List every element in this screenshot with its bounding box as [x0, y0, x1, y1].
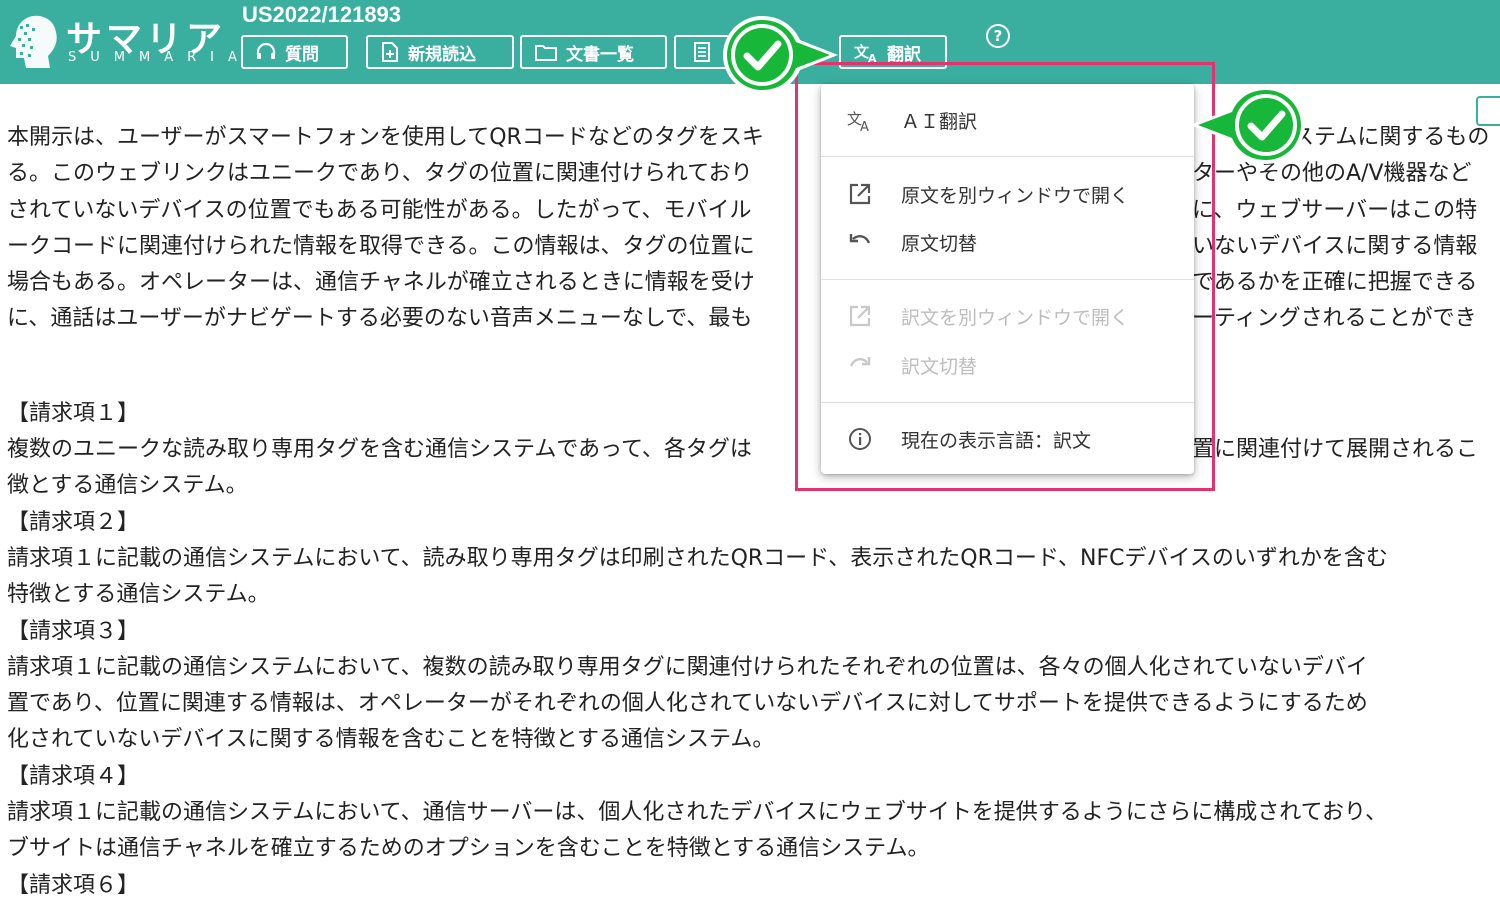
abstract-line-right: ーティングされることができ: [1192, 306, 1477, 332]
translate-icon: 文 A: [854, 43, 877, 63]
abstract-line-right: いないデバイスに関する情報: [1192, 233, 1478, 259]
svg-text:A: A: [860, 120, 869, 133]
document-right-column: ステムに関するもの ターやその他のA/V機器など に、ウェブサーバーはこの特 い…: [1192, 120, 1500, 468]
menu-item-label: 原文を別ウィンドウで開く: [901, 185, 1130, 207]
svg-text:A: A: [868, 52, 877, 63]
check-badge-icon: [1190, 86, 1305, 164]
question-button[interactable]: 質問: [241, 35, 348, 69]
document-list-button-label: 文書一覧: [566, 44, 634, 65]
headset-icon: [256, 42, 276, 59]
open-in-new-icon: [849, 183, 871, 205]
claim-line: 請求項１に記載の通信システムにおいて、通信サーバーは、個人化されたデバイスにウェ…: [7, 800, 1388, 826]
new-import-button-label: 新規読込: [408, 44, 476, 65]
claim-line: 請求項１に記載の通信システムにおいて、読み取り専用タグは印刷されたQRコード、表…: [7, 545, 1388, 571]
document-id: US2022/121893: [242, 2, 402, 27]
claim-heading: 【請求項６】: [7, 872, 140, 898]
menu-item-current-language: 現在の表示言語：訳文: [821, 416, 1194, 460]
menu-item-label: 訳文切替: [901, 356, 978, 378]
logo: サマリア SUMMARIA: [0, 6, 237, 72]
claim-line: 特徴とする通信システム。: [7, 582, 270, 608]
abstract-line-right: であるかを正確に把握できる: [1192, 270, 1478, 296]
menu-item-open-original-window[interactable]: 原文を別ウィンドウで開く: [821, 171, 1194, 215]
menu-item-switch-original[interactable]: 原文切替: [821, 219, 1194, 263]
redo-icon: [849, 357, 871, 367]
translate-icon: 文 A: [847, 110, 869, 133]
document-list-button[interactable]: 文書一覧: [520, 35, 667, 69]
claim-heading: 【請求項３】: [7, 618, 140, 644]
help-icon[interactable]: ?: [986, 24, 1010, 48]
logo-subtitle: SUMMARIA: [68, 50, 251, 65]
menu-item-open-translation-window: 訳文を別ウィンドウで開く: [821, 293, 1194, 337]
abstract-line-right: に、ウェブサーバーはこの特: [1192, 197, 1478, 223]
menu-item-label: ＡＩ翻訳: [901, 111, 978, 133]
document-icon: [694, 42, 710, 62]
file-plus-icon: [382, 42, 398, 62]
folder-icon: [535, 45, 557, 61]
open-in-new-icon: [849, 305, 871, 327]
menu-item-label: 訳文を別ウィンドウで開く: [901, 307, 1130, 329]
check-badge-icon: [723, 16, 838, 94]
menu-item-label: 現在の表示言語：訳文: [901, 430, 1092, 452]
translate-button[interactable]: 文 A 翻訳: [839, 35, 947, 69]
translate-button-label: 翻訳: [887, 44, 921, 65]
new-import-button[interactable]: 新規読込: [366, 35, 514, 69]
menu-item-label: 原文切替: [901, 233, 978, 255]
claim-line: ブサイトは通信チャネルを確立するためのオプションを含むことを特徴とする通信システ…: [7, 836, 930, 862]
claim-heading: 【請求項４】: [7, 763, 140, 789]
info-icon: [849, 428, 871, 450]
claim-line-right: 置に関連付けて展開されるこ: [1192, 437, 1479, 463]
claim-line: 徴とする通信システム。: [7, 473, 248, 499]
logo-head-icon: [10, 15, 57, 68]
translate-menu: 文 A ＡＩ翻訳 原文を別ウィンドウで開く 原文切替 訳文を別ウィンドウで開く …: [821, 84, 1194, 474]
question-button-label: 質問: [285, 44, 319, 65]
claim-line: 置であり、位置に関連する情報は、オペレーターがそれぞれの個人化されていないデバイ…: [7, 691, 1368, 717]
undo-icon: [849, 234, 871, 244]
menu-item-ai-translate[interactable]: 文 A ＡＩ翻訳: [821, 97, 1194, 141]
claim-line: 化されていないデバイスに関する情報を含むことを特徴とする通信システム。: [7, 727, 775, 753]
claim-line: 請求項１に記載の通信システムにおいて、複数の読み取り専用タグに関連付けられたそれ…: [7, 654, 1368, 680]
claim-heading: 【請求項２】: [7, 509, 140, 535]
menu-item-switch-translation: 訳文切替: [821, 342, 1194, 386]
